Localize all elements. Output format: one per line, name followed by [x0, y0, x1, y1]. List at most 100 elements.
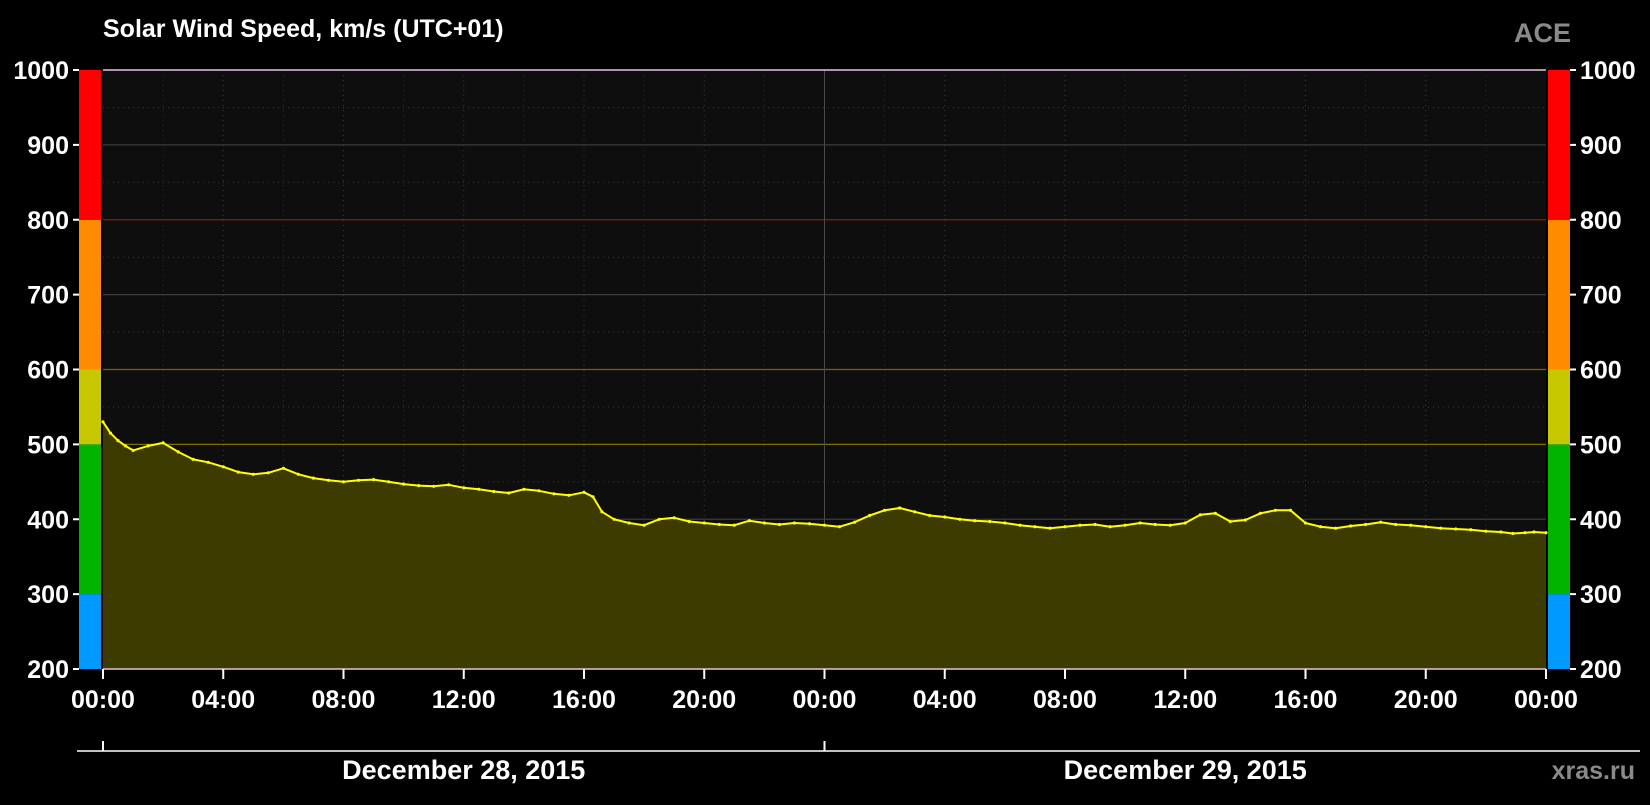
- data-point: [1168, 523, 1172, 527]
- data-point: [913, 510, 917, 514]
- data-point: [492, 489, 496, 494]
- data-point: [687, 519, 691, 524]
- data-point: [1334, 526, 1338, 530]
- data-point: [236, 470, 240, 474]
- data-point: [341, 480, 346, 484]
- scale-band-left: [79, 594, 101, 669]
- data-point: [296, 472, 300, 476]
- scale-band-right: [1548, 219, 1570, 370]
- data-point: [600, 510, 604, 514]
- data-point: [372, 478, 376, 482]
- data-point: [943, 515, 947, 519]
- data-point: [1213, 511, 1217, 515]
- x-tick-label: 04:00: [913, 686, 977, 714]
- data-point: [928, 513, 932, 518]
- x-tick-label: 08:00: [312, 686, 376, 714]
- data-point: [567, 493, 571, 497]
- data-point: [732, 523, 736, 527]
- data-point: [762, 521, 767, 525]
- data-point: [591, 495, 595, 499]
- data-point: [266, 471, 270, 475]
- data-point: [221, 465, 225, 469]
- y-tick-label-right: 800: [1580, 207, 1622, 235]
- x-tick-label: 16:00: [1274, 686, 1338, 714]
- data-point: [116, 439, 120, 443]
- data-point: [1078, 523, 1082, 527]
- data-point: [447, 483, 451, 487]
- x-tick-label: 00:00: [71, 686, 135, 714]
- data-point: [1394, 522, 1398, 527]
- scale-band-right: [1548, 594, 1570, 669]
- x-tick-label: 20:00: [1394, 686, 1458, 714]
- data-point: [1379, 520, 1383, 524]
- data-point: [108, 431, 113, 435]
- y-tick-label-left: 700: [27, 282, 69, 310]
- data-point: [507, 491, 511, 495]
- data-point: [123, 444, 128, 448]
- data-point: [1108, 525, 1112, 529]
- data-point: [1364, 522, 1368, 527]
- data-point: [988, 519, 992, 524]
- data-point: [642, 523, 646, 527]
- data-point: [1243, 518, 1247, 522]
- data-point: [387, 480, 391, 484]
- data-point: [176, 450, 180, 454]
- data-point: [402, 482, 406, 486]
- chart-title: Solar Wind Speed, km/s (UTC+01): [103, 15, 504, 43]
- data-point: [1409, 523, 1413, 527]
- y-tick-label-right: 900: [1580, 132, 1622, 160]
- scale-band-left: [79, 369, 101, 445]
- data-point: [883, 508, 887, 512]
- data-point: [1198, 513, 1202, 517]
- data-point: [1228, 519, 1232, 524]
- y-tick-label-left: 1000: [13, 57, 69, 85]
- y-tick-label-right: 400: [1580, 506, 1622, 534]
- y-tick-label-right: 300: [1580, 581, 1622, 609]
- data-point: [146, 444, 150, 448]
- data-point: [822, 523, 827, 527]
- data-point: [1318, 525, 1323, 529]
- scale-band-left: [79, 444, 101, 595]
- data-point: [837, 525, 842, 529]
- data-point: [1003, 521, 1007, 525]
- y-tick-label-left: 200: [27, 656, 69, 684]
- data-point: [1523, 531, 1527, 535]
- data-point: [1544, 531, 1548, 535]
- data-point: [101, 420, 105, 424]
- data-point: [1288, 508, 1293, 512]
- data-point: [131, 448, 135, 452]
- data-point: [462, 486, 466, 490]
- data-point: [1469, 528, 1473, 532]
- x-tick-label: 16:00: [552, 686, 616, 714]
- y-tick-label-right: 200: [1580, 656, 1622, 684]
- data-point: [582, 490, 586, 494]
- date-label: December 29, 2015: [1064, 755, 1307, 785]
- data-point: [1018, 523, 1022, 527]
- x-tick-label: 20:00: [672, 686, 736, 714]
- data-point: [1033, 525, 1037, 529]
- scale-band-left: [79, 219, 101, 370]
- y-tick-label-left: 800: [27, 207, 69, 235]
- data-point: [627, 521, 631, 525]
- data-point: [702, 521, 706, 525]
- data-point: [898, 506, 902, 510]
- solar-wind-chart: Solar Wind Speed, km/s (UTC+01) ACE xras…: [0, 0, 1650, 800]
- data-point: [657, 517, 661, 521]
- data-point: [1048, 526, 1052, 530]
- data-point: [868, 513, 872, 518]
- data-point: [1511, 531, 1515, 536]
- y-tick-label-left: 600: [27, 357, 69, 385]
- data-point: [1484, 529, 1488, 533]
- y-tick-label-left: 900: [27, 132, 69, 160]
- data-point: [537, 489, 541, 493]
- chart-svg: Solar Wind Speed, km/s (UTC+01) ACE xras…: [0, 0, 1650, 800]
- y-tick-label-left: 300: [27, 581, 69, 609]
- data-point: [807, 522, 812, 526]
- data-point: [1454, 527, 1458, 531]
- data-point: [1093, 522, 1097, 527]
- x-tick-label: 08:00: [1033, 686, 1097, 714]
- data-point: [1153, 522, 1157, 527]
- data-point: [1532, 530, 1536, 534]
- x-tick-label: 12:00: [1153, 686, 1217, 714]
- data-point: [1123, 523, 1127, 527]
